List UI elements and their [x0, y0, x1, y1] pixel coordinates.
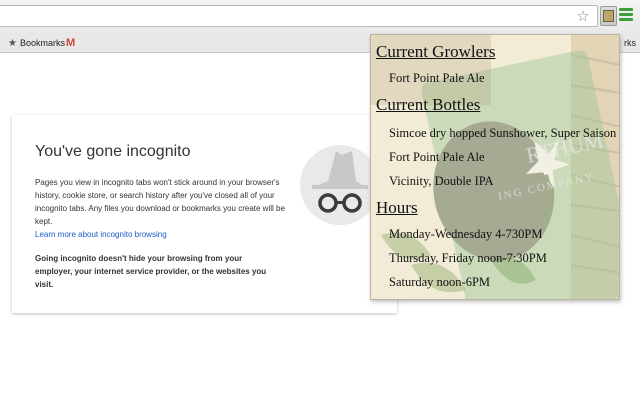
growler-item: Fort Point Pale Ale: [389, 71, 485, 85]
browser-toolbar: ☆: [0, 0, 640, 34]
hours-heading: Hours: [376, 198, 418, 217]
star-icon[interactable]: ☆: [575, 8, 591, 24]
bookmarks-folder[interactable]: ★ Bookmarks: [8, 36, 65, 50]
brewery-popup: RTHUM ING COMPANY Current Growlers Fort …: [370, 34, 620, 300]
menu-icon[interactable]: [619, 8, 633, 24]
bottles-heading: Current Bottles: [376, 95, 481, 114]
page-title: You've gone incognito: [35, 143, 191, 160]
hours-item: Thursday, Friday noon-7:30PM: [389, 251, 547, 265]
hours-item: Saturday noon-6PM: [389, 275, 491, 289]
bookmarks-star-icon: ★: [8, 38, 17, 49]
bookmarks-label: Bookmarks: [19, 38, 65, 48]
incognito-description-text: Pages you view in incognito tabs won't s…: [35, 178, 285, 226]
beer-tap-extension-button[interactable]: [600, 6, 617, 26]
bottle-item: Simcoe dry hopped Sunshower, Super Saiso…: [389, 126, 617, 140]
incognito-card: You've gone incognito Pages you view in …: [12, 115, 397, 313]
learn-more-link[interactable]: Learn more about incognito browsing: [35, 230, 167, 239]
popup-content: Current Growlers Fort Point Pale Ale Cur…: [371, 35, 619, 299]
incognito-warning: Going incognito doesn't hide your browsi…: [35, 254, 267, 289]
hours-item: Monday-Wednesday 4-730PM: [389, 227, 543, 241]
bookmark-item-partial[interactable]: rks: [624, 36, 636, 50]
growlers-heading: Current Growlers: [376, 42, 496, 61]
incognito-spy-icon: [300, 145, 380, 225]
address-bar[interactable]: ☆: [0, 5, 598, 27]
bottle-item: Vicinity, Double IPA: [389, 174, 494, 188]
incognito-description: Pages you view in incognito tabs won't s…: [35, 176, 287, 241]
gmail-icon[interactable]: M: [66, 36, 78, 50]
bottle-item: Fort Point Pale Ale: [389, 150, 485, 164]
beer-tap-icon: [603, 10, 614, 22]
